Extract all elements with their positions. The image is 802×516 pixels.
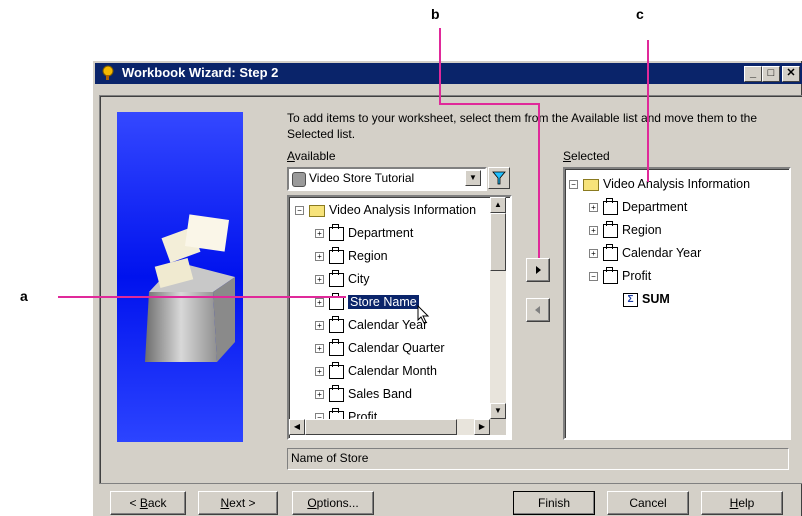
selected-label: Selected — [563, 149, 610, 163]
available-item[interactable]: City — [329, 269, 370, 288]
cancel-label: Cancel — [629, 496, 667, 510]
expand-icon[interactable]: + — [315, 229, 324, 238]
options-label: Options... — [307, 496, 359, 510]
expand-icon[interactable]: + — [315, 367, 324, 376]
folder-item-icon — [329, 269, 344, 287]
expand-icon[interactable]: + — [315, 321, 324, 330]
selected-sum-item[interactable]: Σ SUM — [623, 290, 670, 308]
scroll-down-icon[interactable]: ▼ — [490, 403, 506, 419]
filter-button[interactable] — [488, 167, 510, 189]
selected-item[interactable]: Region — [603, 220, 662, 239]
callout-line-c — [647, 40, 649, 182]
callout-c: c — [636, 6, 644, 22]
folder-item-icon — [329, 246, 344, 264]
folder-item-icon — [603, 243, 618, 261]
folder-item-icon — [603, 220, 618, 238]
collapse-icon[interactable]: − — [589, 272, 598, 281]
business-area-value: Video Store Tutorial — [309, 171, 415, 185]
finish-label: Finish — [537, 496, 570, 510]
expand-icon[interactable]: + — [589, 226, 598, 235]
selected-tree[interactable]: − Video Analysis Information + Departmen… — [563, 167, 791, 440]
available-item[interactable]: Calendar Month — [329, 361, 437, 380]
callout-b: b — [431, 6, 440, 22]
measure-icon — [603, 266, 618, 284]
add-item-button[interactable] — [526, 258, 550, 282]
minimize-button[interactable]: _ — [744, 66, 762, 82]
help-label: Help — [729, 496, 755, 510]
scroll-left-icon[interactable]: ◀ — [289, 419, 305, 435]
folder-item-icon — [329, 315, 344, 333]
callout-line-b — [439, 103, 539, 105]
expand-icon[interactable]: + — [589, 203, 598, 212]
back-label: < Back — [129, 496, 167, 510]
arrow-left-icon — [535, 306, 540, 314]
scroll-right-icon[interactable]: ▶ — [474, 419, 490, 435]
available-item[interactable]: Sales Band — [329, 384, 412, 403]
expand-icon[interactable]: + — [315, 298, 324, 307]
wizard-illustration — [117, 112, 243, 442]
scroll-up-icon[interactable]: ▲ — [490, 197, 506, 213]
wizard-icon — [100, 65, 116, 81]
available-item[interactable]: Calendar Quarter — [329, 338, 445, 357]
selected-root[interactable]: Video Analysis Information — [583, 175, 750, 193]
next-button[interactable]: Next > — [198, 491, 278, 515]
expand-icon[interactable]: + — [315, 344, 324, 353]
help-button[interactable]: Help — [701, 491, 783, 515]
available-item[interactable]: Region — [329, 246, 388, 265]
options-button[interactable]: Options... — [292, 491, 374, 515]
folder-item-icon — [329, 361, 344, 379]
scroll-corner — [490, 419, 506, 435]
database-icon — [292, 172, 306, 187]
expand-icon[interactable]: + — [315, 275, 324, 284]
selected-item[interactable]: Profit — [603, 266, 651, 285]
filter-icon — [492, 171, 506, 185]
finish-button[interactable]: Finish — [513, 491, 595, 515]
description-text: Name of Store — [291, 451, 369, 465]
selected-item[interactable]: Department — [603, 197, 687, 216]
next-label: Next > — [220, 496, 256, 510]
available-label: Available — [287, 149, 336, 163]
remove-item-button[interactable] — [526, 298, 550, 322]
scroll-thumb[interactable] — [490, 213, 506, 271]
folder-item-icon — [329, 338, 344, 356]
available-tree[interactable]: − Video Analysis Information + Departmen… — [287, 195, 512, 440]
description-bar: Name of Store — [287, 448, 789, 470]
close-button[interactable]: ✕ — [782, 66, 800, 82]
scroll-thumb-horizontal[interactable] — [305, 419, 457, 435]
available-item[interactable]: Calendar Year — [329, 315, 427, 334]
expand-icon[interactable]: + — [589, 249, 598, 258]
sum-icon: Σ — [623, 292, 638, 307]
callout-line-a — [58, 296, 346, 298]
expand-icon[interactable]: + — [315, 390, 324, 399]
cancel-button[interactable]: Cancel — [607, 491, 689, 515]
collapse-icon[interactable]: − — [569, 180, 578, 189]
business-area-select[interactable]: Video Store Tutorial ▼ — [287, 167, 487, 191]
expand-icon[interactable]: + — [315, 252, 324, 261]
instruction-text: To add items to your worksheet, select t… — [287, 111, 758, 141]
callout-a: a — [20, 288, 28, 304]
callout-line-b — [439, 28, 441, 104]
dropdown-arrow-icon[interactable]: ▼ — [465, 170, 481, 186]
back-button[interactable]: < Back — [110, 491, 186, 515]
arrow-right-icon — [536, 266, 541, 274]
window-title: Workbook Wizard: Step 2 — [122, 65, 279, 80]
folder-item-icon — [603, 197, 618, 215]
folder-icon — [583, 178, 599, 191]
available-root[interactable]: Video Analysis Information — [309, 201, 476, 219]
maximize-button[interactable]: □ — [762, 66, 780, 82]
folder-icon — [309, 204, 325, 217]
selected-item[interactable]: Calendar Year — [603, 243, 701, 262]
folder-item-icon — [329, 384, 344, 402]
available-item[interactable]: Department — [329, 223, 413, 242]
collapse-icon[interactable]: − — [295, 206, 304, 215]
callout-line-b — [538, 103, 540, 258]
folder-item-icon — [329, 223, 344, 241]
